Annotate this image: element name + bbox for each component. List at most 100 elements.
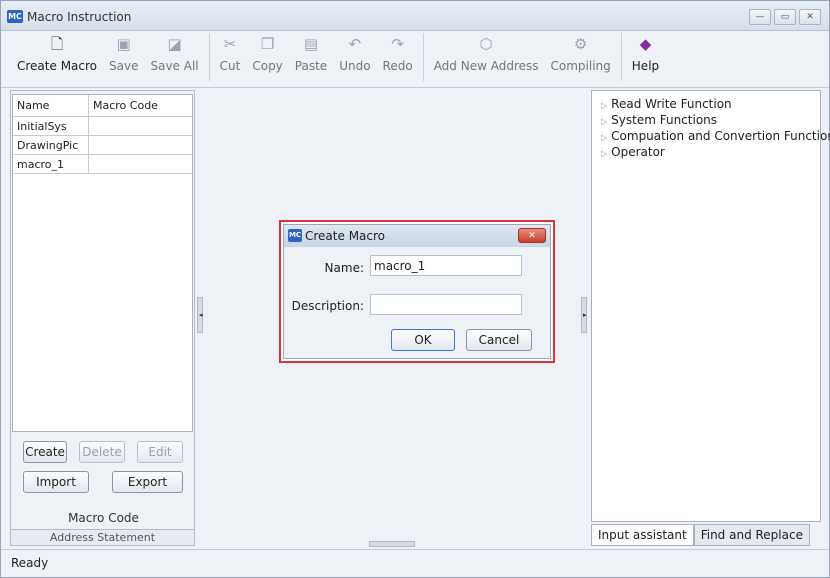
edit-button[interactable]: Edit — [137, 441, 183, 463]
tree-item-computation[interactable]: ▷ Compuation and Convertion Function — [601, 129, 830, 143]
help-label: Help — [631, 59, 660, 73]
table-row[interactable]: DrawingPic — [13, 136, 192, 155]
tab-find-and-replace[interactable]: Find and Replace — [693, 524, 810, 546]
copy-button[interactable]: ❐ Copy — [246, 33, 288, 73]
add-new-address-button[interactable]: ⬡ Add New Address — [428, 33, 545, 73]
expand-arrow-icon: ▷ — [601, 117, 608, 126]
copy-label: Copy — [252, 59, 283, 73]
collapse-right-icon: ▸ — [583, 311, 587, 319]
macro-name-cell: macro_1 — [13, 155, 89, 173]
cut-label: Cut — [219, 59, 241, 73]
macro-code-label: Macro Code — [68, 511, 139, 525]
expand-arrow-icon: ▷ — [601, 101, 608, 110]
undo-button[interactable]: ↶ Undo — [333, 33, 376, 73]
cut-button[interactable]: ✂ Cut — [214, 33, 247, 73]
delete-button[interactable]: Delete — [79, 441, 125, 463]
document-new-icon: 🗋 — [50, 35, 64, 53]
save-button[interactable]: ▣ Save — [103, 33, 144, 73]
address-statement-tab[interactable]: Address Statement — [10, 529, 195, 546]
dialog-highlight-frame: MC Create Macro ✕ Name: macro_1 Descript… — [279, 220, 555, 363]
tab-input-assistant[interactable]: Input assistant — [591, 524, 694, 546]
ok-button[interactable]: OK — [391, 329, 455, 351]
macro-list-panel: Name Macro Code InitialSys DrawingPic ma… — [10, 90, 195, 546]
bottom-splitter-handle[interactable] — [369, 541, 415, 547]
redo-button[interactable]: ↷ Redo — [377, 33, 419, 73]
macro-table: Name Macro Code InitialSys DrawingPic ma… — [12, 94, 193, 432]
macro-name-input[interactable]: macro_1 — [370, 255, 522, 276]
compiling-button[interactable]: ⚙ Compiling — [545, 33, 617, 73]
macro-name-cell: DrawingPic — [13, 136, 89, 154]
expand-arrow-icon: ▷ — [601, 149, 608, 158]
function-tree-panel: ▷ Read Write Function ▷ System Functions ▷… — [591, 90, 830, 522]
tree-item-operator[interactable]: ▷ Operator — [601, 145, 665, 159]
tree-item-system-functions[interactable]: ▷ System Functions — [601, 113, 717, 127]
save-all-label: Save All — [150, 59, 199, 73]
description-label: Description: — [291, 299, 364, 313]
add-new-address-label: Add New Address — [433, 59, 539, 73]
compile-icon: ⚙ — [573, 35, 588, 53]
status-text: Ready — [11, 556, 49, 570]
redo-label: Redo — [382, 59, 413, 73]
paste-label: Paste — [294, 59, 328, 73]
window-controls: — ▭ ✕ — [749, 9, 821, 25]
collapse-left-icon: ◂ — [199, 311, 203, 319]
table-row[interactable]: InitialSys — [13, 117, 192, 136]
paste-icon: ▤ — [303, 35, 319, 53]
undo-label: Undo — [339, 59, 371, 73]
status-bar: Ready — [1, 549, 829, 577]
save-all-button[interactable]: ◪ Save All — [144, 33, 204, 73]
window-title: Macro Instruction — [27, 10, 132, 24]
minimize-button[interactable]: — — [749, 9, 771, 25]
save-all-icon: ◪ — [167, 35, 182, 53]
macro-code-cell — [89, 136, 192, 154]
import-button[interactable]: Import — [23, 471, 89, 493]
paste-button[interactable]: ▤ Paste — [289, 33, 333, 73]
macro-code-cell — [89, 155, 192, 173]
redo-icon: ↷ — [391, 35, 404, 53]
macro-code-cell — [89, 117, 192, 135]
undo-icon: ↶ — [348, 35, 362, 53]
toolbar-separator — [208, 33, 210, 81]
column-name-header[interactable]: Name — [13, 95, 89, 116]
mc-dialog-icon: MC — [288, 229, 302, 242]
mc-app-icon: MC — [7, 10, 23, 23]
dialog-title: Create Macro — [305, 229, 386, 243]
create-macro-label: Create Macro — [17, 59, 98, 73]
description-input[interactable] — [370, 294, 522, 315]
column-macro-code-header[interactable]: Macro Code — [89, 95, 192, 116]
help-icon: ◆ — [639, 35, 652, 53]
macro-instruction-window: MC Macro Instruction — ▭ ✕ 🗋 Create Macr… — [0, 0, 830, 578]
table-row[interactable]: macro_1 — [13, 155, 192, 174]
tree-item-read-write[interactable]: ▷ Read Write Function — [601, 97, 732, 111]
compiling-label: Compiling — [550, 59, 611, 73]
close-window-button[interactable]: ✕ — [799, 9, 821, 25]
left-splitter-handle[interactable]: ◂ — [197, 297, 203, 333]
create-button[interactable]: Create — [23, 441, 67, 463]
right-tab-bar: Input assistant Find and Replace — [591, 524, 810, 546]
title-bar: MC Macro Instruction — ▭ ✕ — [1, 1, 829, 31]
tree-item-label: Operator — [611, 145, 665, 159]
help-button[interactable]: ◆ Help — [626, 33, 665, 73]
dialog-close-button[interactable]: ✕ — [518, 228, 546, 243]
name-label: Name: — [324, 261, 364, 275]
copy-icon: ❐ — [260, 35, 275, 53]
save-icon: ▣ — [116, 35, 131, 53]
tree-item-label: System Functions — [611, 113, 718, 127]
create-macro-dialog: MC Create Macro ✕ Name: macro_1 Descript… — [283, 224, 551, 359]
macro-name-cell: InitialSys — [13, 117, 89, 135]
dialog-title-bar: MC Create Macro ✕ — [284, 225, 550, 247]
toolbar-separator — [620, 33, 622, 81]
right-splitter-handle[interactable]: ▸ — [581, 297, 587, 333]
cut-icon: ✂ — [223, 35, 237, 53]
expand-arrow-icon: ▷ — [601, 133, 608, 142]
tree-item-label: Read Write Function — [611, 97, 732, 111]
save-label: Save — [109, 59, 139, 73]
toolbar: 🗋 Create Macro ▣ Save ◪ Save All ✂ Cut ❐… — [11, 33, 821, 85]
toolbar-separator — [422, 33, 424, 81]
macro-table-header: Name Macro Code — [13, 95, 192, 117]
maximize-button[interactable]: ▭ — [774, 9, 796, 25]
cancel-button[interactable]: Cancel — [466, 329, 532, 351]
tree-item-label: Compuation and Convertion Function — [611, 129, 830, 143]
create-macro-button[interactable]: 🗋 Create Macro — [11, 33, 103, 73]
export-button[interactable]: Export — [112, 471, 183, 493]
